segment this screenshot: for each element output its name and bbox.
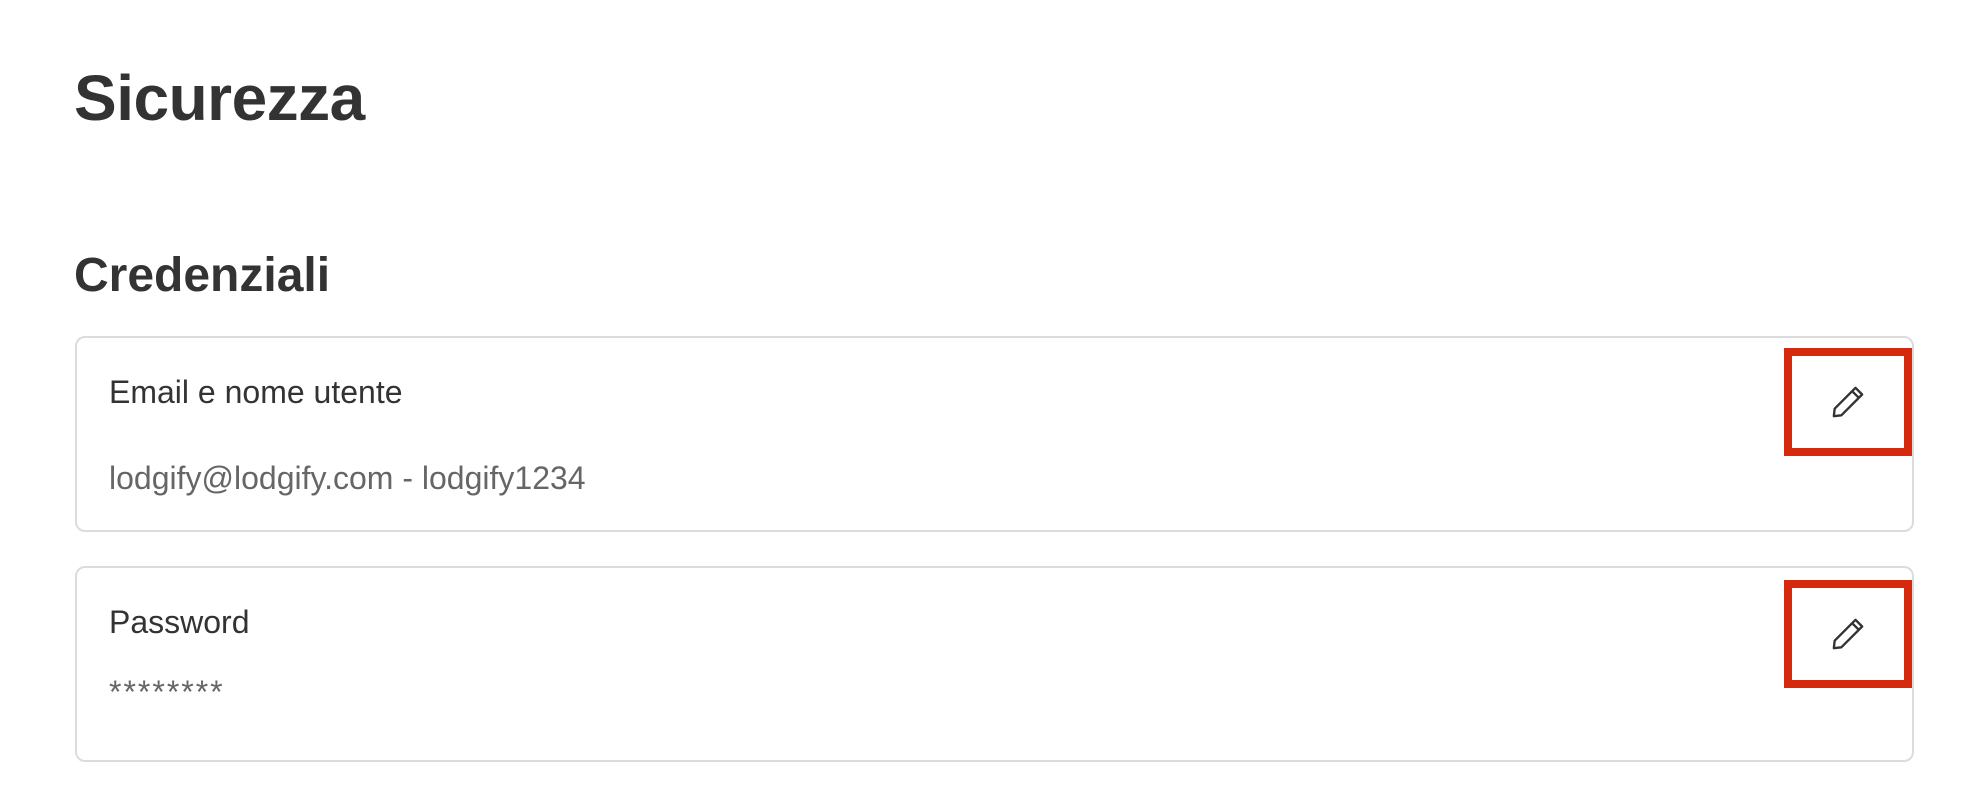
email-username-card: Email e nome utente lodgify@lodgify.com … (75, 336, 1914, 532)
email-username-value: lodgify@lodgify.com - lodgify1234 (109, 460, 586, 496)
page-title: Sicurezza (74, 62, 365, 134)
password-label: Password (109, 604, 250, 640)
section-title-credentials: Credenziali (74, 249, 331, 302)
password-value: ******** (109, 674, 225, 710)
edit-password-button[interactable] (1784, 580, 1912, 688)
password-card: Password ******** (75, 566, 1914, 762)
email-username-label: Email e nome utente (109, 374, 403, 410)
pencil-icon (1832, 618, 1864, 650)
pencil-icon (1832, 386, 1864, 418)
edit-email-button[interactable] (1784, 348, 1912, 456)
